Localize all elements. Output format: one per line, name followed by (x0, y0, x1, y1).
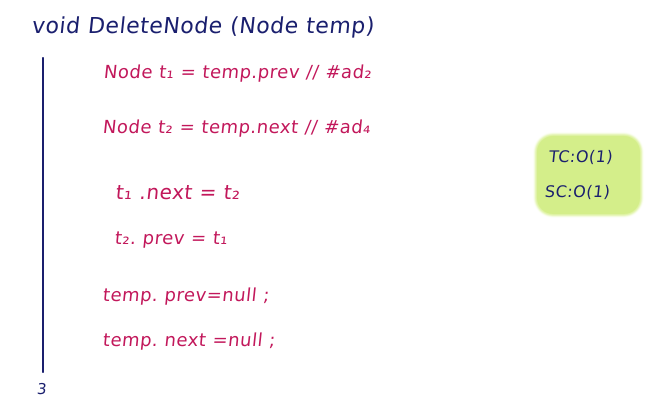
time-complexity-label: TC:O(1) (548, 147, 615, 166)
code-line-6: temp. next =null ; (101, 330, 277, 351)
code-line-3: t₁ .next = t₂ (114, 180, 242, 204)
code-line-2: Node t₂ = temp.next // #ad₄ (101, 117, 373, 138)
code-line-1: Node t₁ = temp.prev // #ad₂ (102, 62, 374, 83)
code-line-4: t₂. prev = t₁ (113, 228, 230, 249)
handwritten-note-canvas: void DeleteNode (Node temp) Node t₁ = te… (0, 0, 657, 414)
closing-brace: 3 (36, 380, 48, 398)
code-line-5: temp. prev=null ; (101, 285, 271, 306)
space-complexity-label: SC:O(1) (544, 182, 612, 201)
function-body-bracket (42, 57, 44, 373)
function-signature: void DeleteNode (Node temp) (30, 14, 377, 39)
